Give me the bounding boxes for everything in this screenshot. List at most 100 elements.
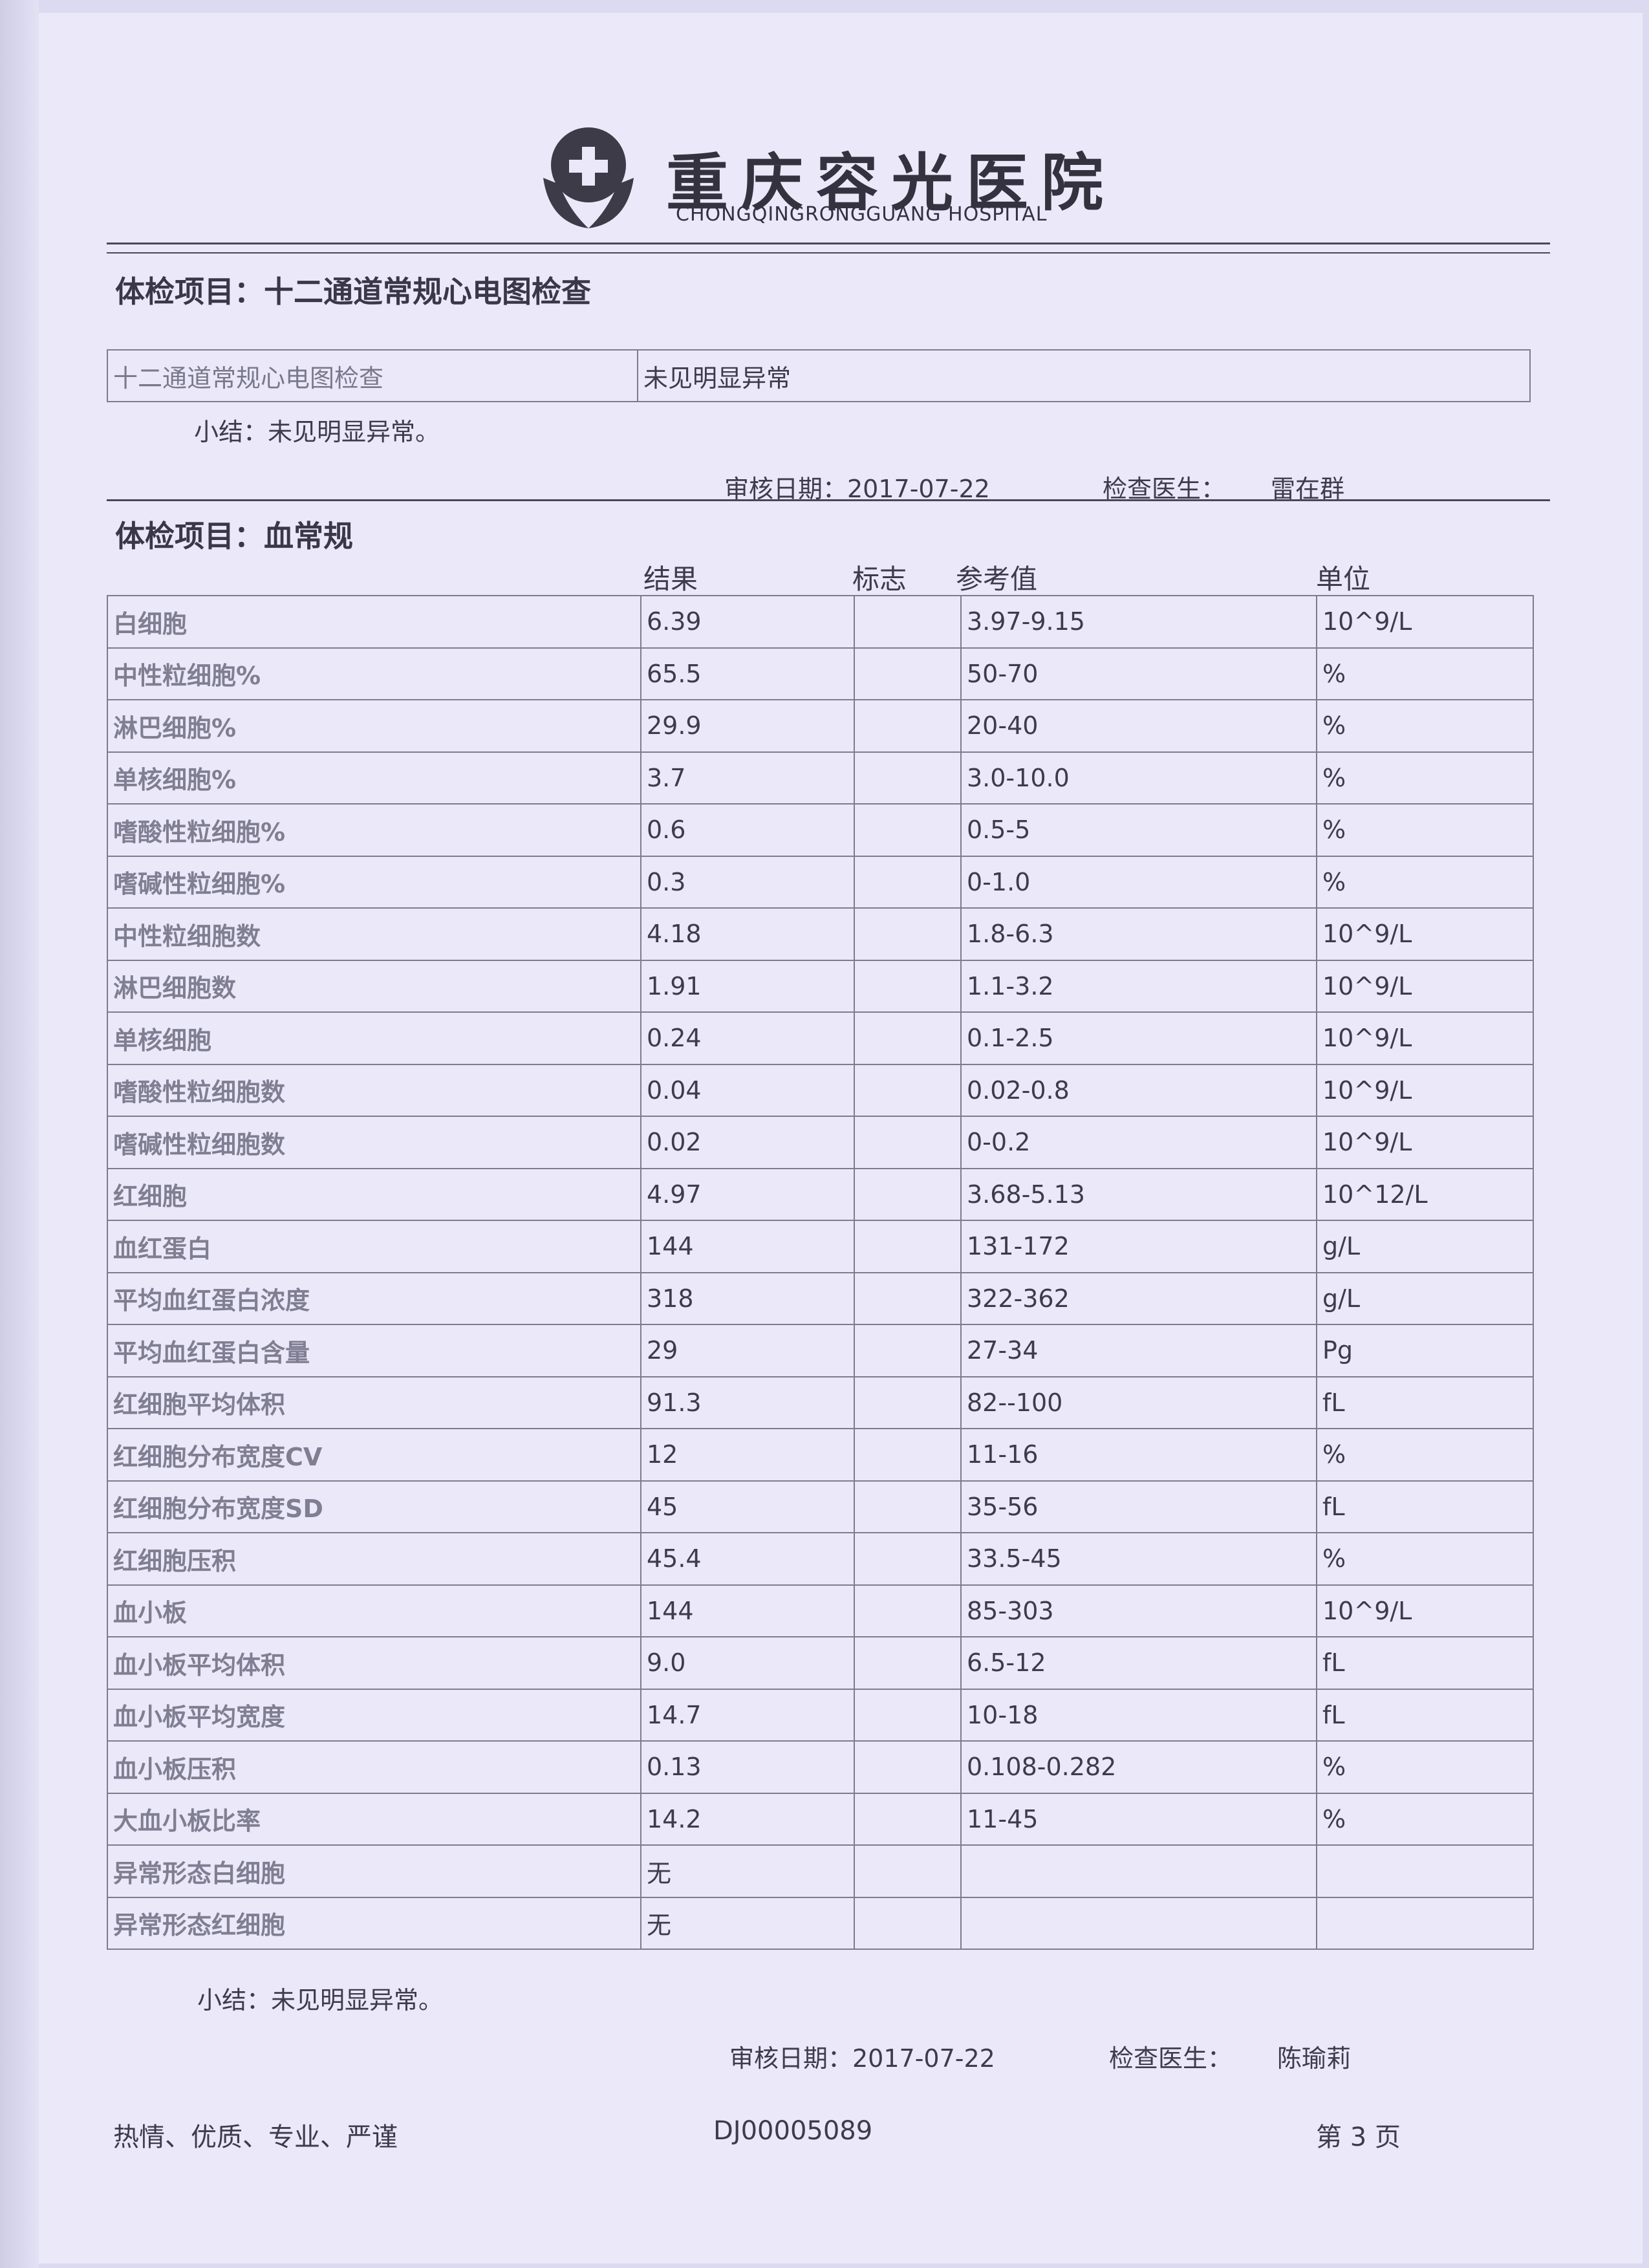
reference-range-cell: 0.1-2.5 <box>960 1011 1317 1065</box>
blood-routine-table: 白细胞 6.39 3.97-9.15 10^9/L 中性粒细胞% 65.5 50-70% 淋巴… <box>107 595 1534 1950</box>
column-header-flag: 标志 <box>852 563 907 595</box>
blood-doctor-name: 陈瑜莉 <box>1277 2044 1352 2073</box>
result-cell: 4.18 <box>640 907 855 961</box>
result-cell: 144 <box>640 1584 855 1637</box>
result-cell: 0.6 <box>640 803 855 857</box>
unit-cell: g/L <box>1316 1220 1534 1273</box>
table-row: 白细胞 6.39 3.97-9.15 10^9/L <box>107 595 1534 649</box>
reference-range-cell: 3.68-5.13 <box>960 1167 1317 1221</box>
result-cell: 3.7 <box>640 751 855 805</box>
table-row: 嗜碱性粒细胞数 0.02 0-0.2 10^9/L <box>107 1116 1534 1169</box>
table-row: 血小板平均体积 9.0 6.5-12 fL <box>107 1636 1534 1690</box>
reference-range-cell: 11-16 <box>960 1428 1317 1482</box>
test-name-cell: 平均血红蛋白含量 <box>107 1324 641 1377</box>
test-name-cell: 嗜酸性粒细胞数 <box>107 1063 641 1117</box>
unit-cell: fL <box>1316 1636 1534 1690</box>
table-row: 红细胞平均体积 91.3 82--100 fL <box>107 1376 1534 1429</box>
ecg-table: 十二通道常规心电图检查 未见明显异常 <box>107 349 1531 402</box>
flag-cell <box>854 1324 962 1377</box>
table-row: 嗜碱性粒细胞% 0.3 0-1.0% <box>107 855 1534 909</box>
unit-cell: 10^12/L <box>1316 1167 1534 1221</box>
unit-cell: fL <box>1316 1376 1534 1429</box>
table-row: 血小板压积 0.13 0.108-0.282% <box>107 1740 1534 1794</box>
reference-range-cell: 0.108-0.282 <box>960 1740 1317 1794</box>
test-name-cell: 血小板平均宽度 <box>107 1688 641 1742</box>
test-name-cell: 中性粒细胞% <box>107 647 641 700</box>
flag-cell <box>854 647 962 700</box>
test-name-cell: 异常形态白细胞 <box>107 1844 641 1898</box>
test-name-cell: 红细胞 <box>107 1167 641 1221</box>
test-name-cell: 红细胞分布宽度SD <box>107 1480 641 1533</box>
flag-cell <box>854 1844 962 1898</box>
reference-range-cell: 82--100 <box>960 1376 1317 1429</box>
table-row: 血小板 144 85-303 10^9/L <box>107 1584 1534 1637</box>
unit-cell: 10^9/L <box>1316 1011 1534 1065</box>
flag-cell <box>854 699 962 753</box>
result-cell: 12 <box>640 1428 855 1482</box>
unit-cell: fL <box>1316 1688 1534 1742</box>
flag-cell <box>854 1271 962 1325</box>
flag-cell <box>854 1167 962 1221</box>
table-row: 红细胞分布宽度CV 12 11-16% <box>107 1428 1534 1482</box>
result-cell: 无 <box>640 1896 855 1950</box>
table-row: 中性粒细胞数 4.18 1.8-6.3 10^9/L <box>107 907 1534 961</box>
reference-range-cell: 11-45 <box>960 1792 1317 1846</box>
flag-cell <box>854 595 962 649</box>
blood-section-title: 体检项目：血常规 <box>115 519 353 554</box>
blood-doctor-label: 检查医生： <box>1109 2044 1233 2073</box>
test-name-cell: 血小板 <box>107 1584 641 1637</box>
flag-cell <box>854 1011 962 1065</box>
reference-range-cell: 20-40 <box>960 699 1317 753</box>
flag-cell <box>854 1532 962 1586</box>
test-name-cell: 嗜碱性粒细胞% <box>107 855 641 909</box>
footer-page-number: 第 3 页 <box>1316 2122 1401 2152</box>
flag-cell <box>854 1220 962 1273</box>
flag-cell <box>854 959 962 1013</box>
unit-cell: % <box>1316 803 1534 857</box>
test-name-cell: 血红蛋白 <box>107 1220 641 1273</box>
ecg-summary: 小结：未见明显异常。 <box>194 418 440 446</box>
reference-range-cell: 1.8-6.3 <box>960 907 1317 961</box>
flag-cell <box>854 1063 962 1117</box>
reference-range-cell: 85-303 <box>960 1584 1317 1637</box>
result-cell: 无 <box>640 1844 855 1898</box>
unit-cell: 10^9/L <box>1316 1116 1534 1169</box>
table-row: 平均血红蛋白含量 29 27-34 Pg <box>107 1324 1534 1377</box>
table-row: 异常形态白细胞无 <box>107 1844 1534 1898</box>
result-cell: 0.13 <box>640 1740 855 1794</box>
unit-cell: % <box>1316 699 1534 753</box>
reference-range-cell: 27-34 <box>960 1324 1317 1377</box>
unit-cell: 10^9/L <box>1316 959 1534 1013</box>
table-row: 单核细胞% 3.7 3.0-10.0% <box>107 751 1534 805</box>
unit-cell: % <box>1316 855 1534 909</box>
test-name-cell: 大血小板比率 <box>107 1792 641 1846</box>
result-cell: 0.02 <box>640 1116 855 1169</box>
table-row: 单核细胞 0.24 0.1-2.5 10^9/L <box>107 1011 1534 1065</box>
unit-cell: % <box>1316 1792 1534 1846</box>
table-row: 红细胞压积 45.4 33.5-45% <box>107 1532 1534 1586</box>
table-row: 血小板平均宽度 14.7 10-18 fL <box>107 1688 1534 1742</box>
footer-motto: 热情、优质、专业、严谨 <box>113 2122 398 2152</box>
hospital-name-en: CHONGQINGRONGGUANG HOSPITAL <box>676 203 1048 226</box>
test-name-cell: 异常形态红细胞 <box>107 1896 641 1950</box>
test-name-cell: 血小板平均体积 <box>107 1636 641 1690</box>
result-cell: 29 <box>640 1324 855 1377</box>
test-name-cell: 红细胞压积 <box>107 1532 641 1586</box>
ecg-result-cell: 未见明显异常 <box>637 349 1531 402</box>
result-cell: 65.5 <box>640 647 855 700</box>
unit-cell: 10^9/L <box>1316 907 1534 961</box>
flag-cell <box>854 1740 962 1794</box>
flag-cell <box>854 803 962 857</box>
reference-range-cell: 0.5-5 <box>960 803 1317 857</box>
flag-cell <box>854 1896 962 1950</box>
reference-range-cell: 33.5-45 <box>960 1532 1317 1586</box>
unit-cell <box>1316 1844 1534 1898</box>
reference-range-cell: 322-362 <box>960 1271 1317 1325</box>
result-cell: 14.2 <box>640 1792 855 1846</box>
reference-range-cell: 35-56 <box>960 1480 1317 1533</box>
unit-cell: g/L <box>1316 1271 1534 1325</box>
reference-range-cell <box>960 1844 1317 1898</box>
table-row: 嗜酸性粒细胞% 0.6 0.5-5% <box>107 803 1534 857</box>
header-rule <box>107 243 1550 244</box>
reference-range-cell: 131-172 <box>960 1220 1317 1273</box>
